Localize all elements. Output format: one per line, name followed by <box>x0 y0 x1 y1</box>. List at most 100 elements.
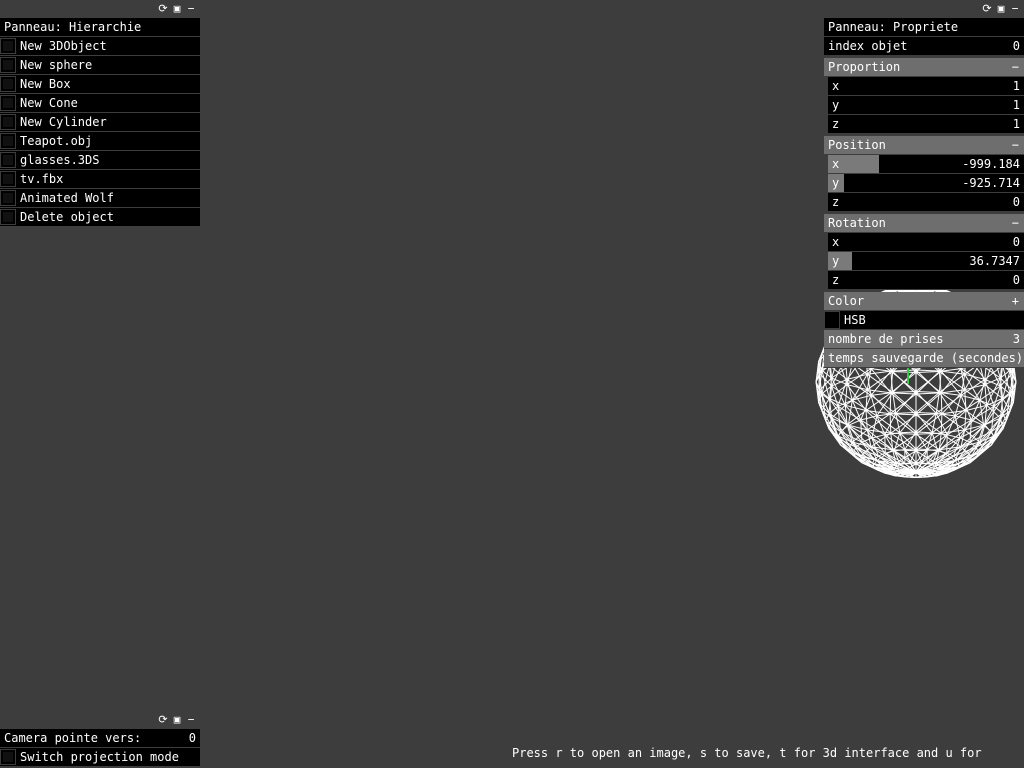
captures-field[interactable]: nombre de prises 3 <box>824 330 1024 349</box>
toggle-box[interactable] <box>0 190 16 206</box>
slider-position-x[interactable]: x -999.184 <box>828 155 1024 174</box>
toggle-label: Switch projection mode <box>20 750 179 764</box>
slider-label: z <box>832 273 840 287</box>
toggle-box[interactable] <box>0 749 16 765</box>
collapse-icon[interactable]: − <box>1012 58 1019 76</box>
toggle-box[interactable] <box>824 311 840 329</box>
slider-value: 1 <box>1012 98 1020 112</box>
minimize-icon[interactable]: − <box>186 713 196 727</box>
refresh-icon[interactable]: ⟳ <box>158 713 168 727</box>
toggle-teapot[interactable]: Teapot.obj <box>0 132 200 151</box>
toggle-box[interactable] <box>0 114 16 130</box>
toggle-new-cone[interactable]: New Cone <box>0 94 200 113</box>
refresh-icon[interactable]: ⟳ <box>158 2 168 16</box>
toggle-projection-mode[interactable]: Switch projection mode <box>0 748 200 767</box>
toggle-hsb[interactable]: HSB <box>824 311 1024 330</box>
collapse-icon[interactable]: − <box>1012 214 1019 232</box>
index-objet-field[interactable]: index objet 0 <box>824 37 1024 56</box>
slider-value: 36.7347 <box>969 254 1020 268</box>
mesh-edge <box>884 434 886 454</box>
field-value: 0 <box>188 731 196 745</box>
slider-proportion-x[interactable]: x 1 <box>828 77 1024 96</box>
help-text: Press r to open an image, s to save, t f… <box>512 746 982 760</box>
field-label: temps sauvegarde (secondes) <box>828 351 1024 365</box>
field-label: Camera pointe vers: <box>4 731 142 745</box>
toggle-new-sphere[interactable]: New sphere <box>0 56 200 75</box>
toggle-new-cylinder[interactable]: New Cylinder <box>0 113 200 132</box>
mesh-edge <box>964 374 981 401</box>
mesh-edge <box>840 425 849 432</box>
field-label: index objet <box>828 39 908 53</box>
toggle-delete-object[interactable]: Delete object <box>0 208 200 227</box>
field-value: 3 <box>1012 332 1020 346</box>
mesh-edge <box>865 410 868 430</box>
mesh-edge <box>915 371 940 373</box>
mesh-edge <box>983 425 992 432</box>
save-icon[interactable]: ▣ <box>996 2 1006 16</box>
panel-title: Panneau: Propriete <box>824 18 1024 37</box>
slider-label: x <box>832 235 840 249</box>
group-header-rotation[interactable]: Rotation − <box>824 214 1024 233</box>
slider-proportion-y[interactable]: y 1 <box>828 96 1024 115</box>
slider-value: 0 <box>1012 273 1020 287</box>
group-header-color[interactable]: Color + <box>824 292 1024 311</box>
slider-label: z <box>832 117 840 131</box>
toggle-new-box[interactable]: New Box <box>0 75 200 94</box>
toggle-glasses[interactable]: glasses.3DS <box>0 151 200 170</box>
slider-rotation-z[interactable]: z 0 <box>828 271 1024 290</box>
field-label: nombre de prises <box>828 332 944 346</box>
toggle-box[interactable] <box>0 76 16 92</box>
toggle-box[interactable] <box>0 133 16 149</box>
camera-target-field[interactable]: Camera pointe vers: 0 <box>0 729 200 748</box>
mesh-edge <box>941 413 965 431</box>
minimize-icon[interactable]: − <box>1010 2 1020 16</box>
expand-icon[interactable]: + <box>1012 292 1019 310</box>
collapse-icon[interactable]: − <box>1012 136 1019 154</box>
proportion-group: Proportion − x 1 y 1 z 1 <box>824 58 1024 134</box>
slider-label: y <box>832 254 840 268</box>
property-panel: ⟳ ▣ − Panneau: Propriete index objet 0 P… <box>824 0 1024 368</box>
panel-title: Panneau: Hierarchie <box>0 18 200 37</box>
slider-label: z <box>832 195 840 209</box>
mesh-edge <box>957 459 960 464</box>
toggle-box[interactable] <box>0 209 16 225</box>
refresh-icon[interactable]: ⟳ <box>982 2 992 16</box>
slider-label: x <box>832 79 840 93</box>
toggle-box[interactable] <box>0 38 16 54</box>
slider-value: 1 <box>1012 79 1020 93</box>
slider-position-y[interactable]: y -925.714 <box>828 174 1024 193</box>
group-title: Color <box>828 294 865 308</box>
field-value: 0 <box>1012 39 1020 53</box>
toggle-animated-wolf[interactable]: Animated Wolf <box>0 189 200 208</box>
group-title: Position <box>828 138 886 152</box>
save-icon[interactable]: ▣ <box>172 2 182 16</box>
camera-panel: ⟳ ▣ − Camera pointe vers: 0 Switch proje… <box>0 711 200 767</box>
group-header-proportion[interactable]: Proportion − <box>824 58 1024 77</box>
save-time-field[interactable]: temps sauvegarde (secondes) <box>824 349 1024 368</box>
slider-value: 0 <box>1012 235 1020 249</box>
toggle-tv[interactable]: tv.fbx <box>0 170 200 189</box>
slider-label: x <box>832 157 840 171</box>
mesh-edge <box>946 434 948 454</box>
slider-rotation-y[interactable]: y 36.7347 <box>828 252 1024 271</box>
mesh-edge <box>964 410 967 430</box>
toggle-box[interactable] <box>0 171 16 187</box>
slider-position-z[interactable]: z 0 <box>828 193 1024 212</box>
mesh-edge <box>915 431 933 434</box>
toggle-box[interactable] <box>0 95 16 111</box>
toggle-new-3dobject[interactable]: New 3DObject <box>0 37 200 56</box>
group-header-position[interactable]: Position − <box>824 136 1024 155</box>
toggle-label: New sphere <box>20 58 93 72</box>
slider-rotation-x[interactable]: x 0 <box>828 233 1024 252</box>
minimize-icon[interactable]: − <box>186 2 196 16</box>
mesh-edge <box>892 371 917 373</box>
save-icon[interactable]: ▣ <box>172 713 182 727</box>
mesh-edge <box>904 448 917 450</box>
toggle-box[interactable] <box>0 152 16 168</box>
panel-toolbar: ⟳ ▣ − <box>0 711 200 729</box>
toggle-label: Teapot.obj <box>20 134 93 148</box>
toggle-label: tv.fbx <box>20 172 64 186</box>
hierarchy-panel: ⟳ ▣ − Panneau: Hierarchie New 3DObject N… <box>0 0 200 227</box>
slider-proportion-z[interactable]: z 1 <box>828 115 1024 134</box>
toggle-box[interactable] <box>0 57 16 73</box>
